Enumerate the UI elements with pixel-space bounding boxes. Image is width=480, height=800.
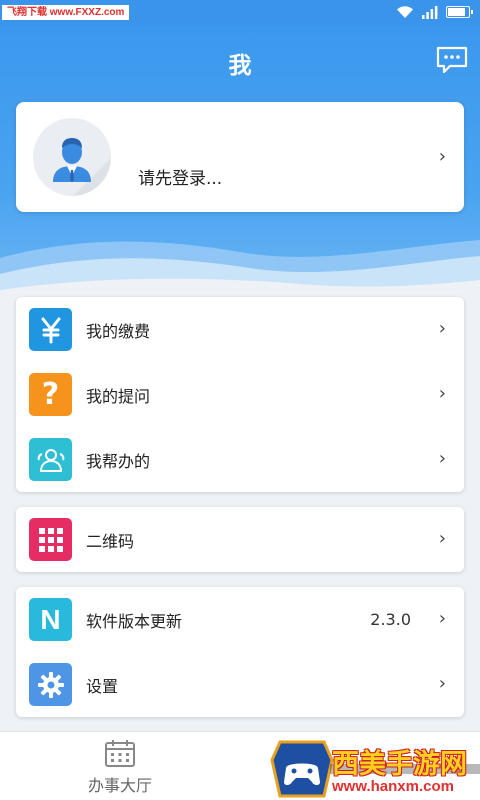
battery-icon bbox=[446, 6, 473, 18]
user-avatar-icon bbox=[53, 138, 111, 196]
yuan-icon bbox=[29, 308, 72, 351]
tab-label: 办事大厅 bbox=[87, 776, 152, 795]
chevron-right-icon: › bbox=[438, 383, 446, 404]
menu-group-system: N 软件版本更新 2.3.0 › 设置 › bbox=[16, 587, 464, 717]
menu-item-helped[interactable]: 我帮办的 › bbox=[16, 427, 464, 492]
login-prompt[interactable]: 请先登录... bbox=[138, 164, 222, 189]
chevron-right-icon: › bbox=[438, 146, 446, 167]
wifi-icon bbox=[397, 6, 413, 18]
grid-icon bbox=[29, 518, 72, 561]
watermark-text: 西美手游网 bbox=[332, 749, 467, 779]
signal-icon bbox=[422, 5, 438, 19]
menu-group-services: 我的缴费 › ? 我的提问 › 我帮办的 › bbox=[16, 297, 464, 492]
menu-group-qrcode: 二维码 › bbox=[16, 507, 464, 572]
n-icon: N bbox=[29, 598, 72, 641]
chevron-right-icon: › bbox=[438, 318, 446, 339]
chevron-right-icon: › bbox=[438, 673, 446, 694]
menu-item-label: 我的提问 bbox=[86, 386, 151, 406]
menu-item-label: 我帮办的 bbox=[86, 451, 151, 471]
menu-item-label: 二维码 bbox=[86, 531, 135, 551]
calendar-icon bbox=[105, 740, 135, 767]
avatar bbox=[33, 118, 111, 196]
menu-item-label: 我的缴费 bbox=[86, 321, 151, 341]
message-icon[interactable] bbox=[436, 46, 468, 74]
menu-item-qrcode[interactable]: 二维码 › bbox=[16, 507, 464, 572]
tab-service-hall[interactable]: 办事大厅 bbox=[0, 732, 240, 800]
gear-icon bbox=[29, 663, 72, 706]
menu-item-label: 设置 bbox=[86, 676, 119, 696]
page-title: 我 bbox=[228, 53, 252, 79]
menu-item-settings[interactable]: 设置 › bbox=[16, 652, 464, 717]
chevron-right-icon: › bbox=[438, 528, 446, 549]
wave-decoration bbox=[0, 240, 480, 300]
menu-item-label: 软件版本更新 bbox=[86, 611, 183, 631]
users-icon bbox=[29, 438, 72, 481]
watermark-url: www.hanxm.com bbox=[332, 778, 454, 795]
menu-item-my-questions[interactable]: ? 我的提问 › bbox=[16, 362, 464, 427]
question-icon: ? bbox=[29, 373, 72, 416]
version-number: 2.3.0 bbox=[370, 610, 411, 629]
chevron-right-icon: › bbox=[438, 608, 446, 629]
status-icons bbox=[396, 5, 473, 19]
watermark-label: 飞翔下载 www.FXXZ.com bbox=[2, 5, 130, 20]
status-bar: 飞翔下载 www.FXXZ.com bbox=[0, 0, 480, 26]
profile-card[interactable]: 请先登录... › bbox=[16, 102, 464, 212]
menu-item-version-update[interactable]: N 软件版本更新 2.3.0 › bbox=[16, 587, 464, 652]
menu-item-my-payments[interactable]: 我的缴费 › bbox=[16, 297, 464, 362]
chevron-right-icon: › bbox=[438, 448, 446, 469]
